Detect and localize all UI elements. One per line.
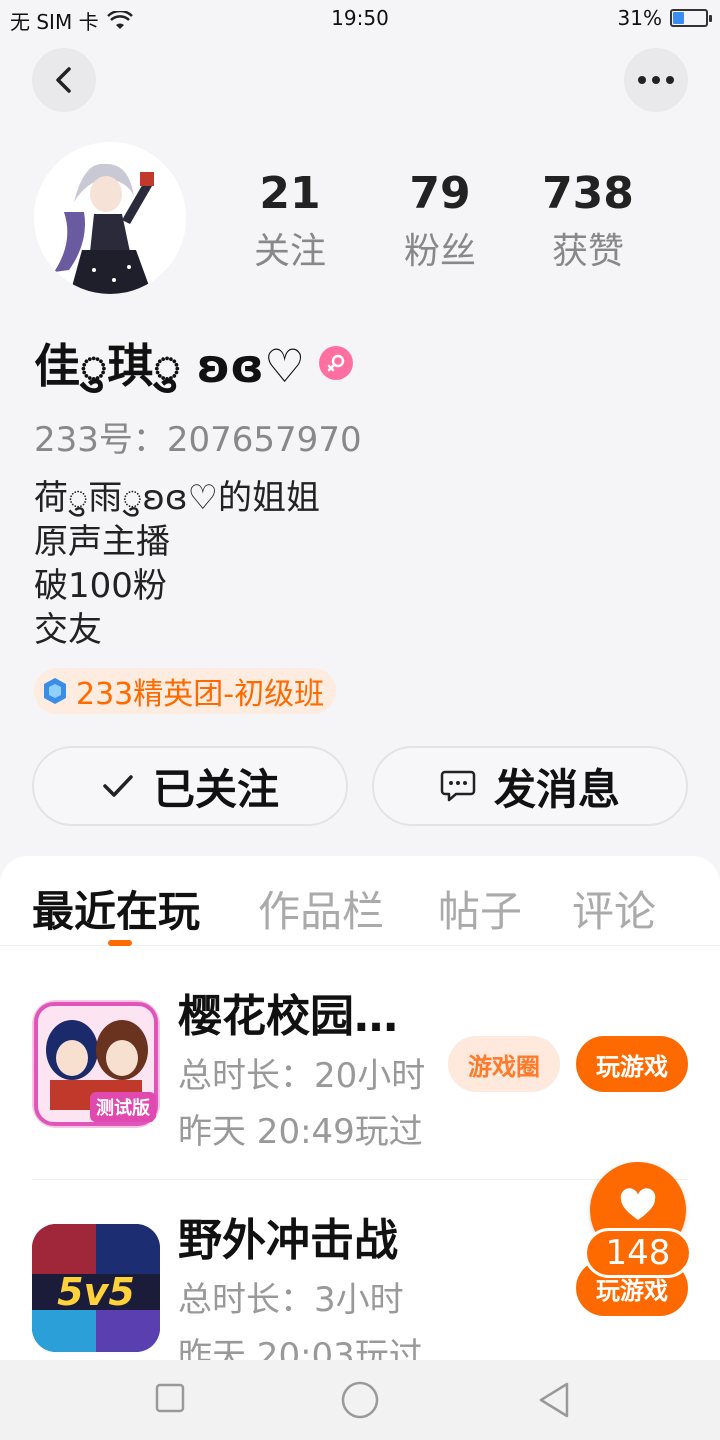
bio-line: 破100粉 <box>34 566 167 606</box>
game-duration: 总时长：20小时 <box>178 1056 426 1096</box>
heart-icon <box>620 1188 656 1220</box>
5v5-logo-text: 5v5 <box>57 1270 135 1314</box>
home-button[interactable] <box>340 1380 380 1424</box>
nickname-row: 佳ु琪ु ʚɞ♡ <box>34 330 354 396</box>
stat-fans[interactable]: 79 粉丝 <box>365 168 515 284</box>
following-label: 关注 <box>253 231 326 272</box>
test-version-tag: 测试版 <box>90 1092 156 1122</box>
fans-label: 粉丝 <box>403 231 476 272</box>
game-last-played: 昨天 20:03玩过 <box>178 1336 423 1360</box>
likes-count: 738 <box>542 168 634 219</box>
battery-icon <box>670 9 712 27</box>
game-icon[interactable]: 5v5 <box>32 1224 160 1352</box>
recent-apps-button[interactable] <box>154 1382 186 1418</box>
send-message-button[interactable]: 发消息 <box>372 746 688 826</box>
game-icon[interactable]: 测试版 <box>32 1000 160 1128</box>
game-last-played: 昨天 20:49玩过 <box>178 1112 423 1152</box>
checkmark-icon <box>103 775 133 797</box>
tab-recently-played[interactable]: 最近在玩 <box>32 878 200 939</box>
system-nav-bar <box>0 1360 720 1440</box>
avatar[interactable] <box>34 142 186 294</box>
more-dots-icon <box>638 76 674 84</box>
game-circle-button[interactable]: 游戏圈 <box>448 1036 560 1092</box>
game-name: 野外冲击战 <box>178 1215 398 1266</box>
following-count: 21 <box>259 168 321 219</box>
nickname: 佳ु琪ु ʚɞ♡ <box>34 339 306 393</box>
chevron-left-icon <box>56 67 71 93</box>
bio: 荷ु雨ुʚɞ♡的姐姐 原声主播 破100粉 交友 <box>34 476 320 652</box>
game-duration: 总时长：3小时 <box>178 1280 404 1320</box>
user-id: 233号：207657970 <box>34 420 362 460</box>
clock: 19:50 <box>331 6 389 30</box>
followed-label: 已关注 <box>152 764 279 814</box>
triangle-back-icon <box>539 1382 569 1418</box>
play-game-button[interactable]: 玩游戏 <box>576 1036 688 1092</box>
group-badge[interactable]: 233精英团-初级班 <box>34 668 337 714</box>
game-name: 樱花校园模拟器 <box>178 991 438 1042</box>
circle-icon <box>341 1381 379 1419</box>
square-icon <box>155 1383 185 1413</box>
bio-line: 荷ु雨ुʚɞ♡的姐姐 <box>34 478 321 518</box>
bio-line: 交友 <box>34 610 102 650</box>
floating-like-count: 148 <box>584 1228 692 1278</box>
badge-medal-icon <box>44 678 66 704</box>
bio-line: 原声主播 <box>34 522 170 562</box>
battery-level <box>673 12 684 24</box>
tab-works[interactable]: 作品栏 <box>258 878 384 939</box>
female-gender-icon <box>319 346 354 380</box>
stat-following[interactable]: 21 关注 <box>215 168 365 284</box>
fans-count: 79 <box>409 168 471 219</box>
tab-posts[interactable]: 帖子 <box>438 878 522 939</box>
avatar-character-image <box>34 142 186 294</box>
game-row[interactable]: 测试版 樱花校园模拟器 总时长：20小时 昨天 20:49玩过 游戏圈 玩游戏 <box>32 952 688 1180</box>
back-button[interactable] <box>32 48 96 112</box>
send-message-label: 发消息 <box>493 764 620 814</box>
likes-label: 获赞 <box>551 231 624 272</box>
tab-indicator <box>108 940 132 946</box>
badge-label: 233精英团-初级班 <box>76 677 325 712</box>
tab-bar: 最近在玩 作品栏 帖子 评论 <box>0 856 720 946</box>
back-nav-button[interactable] <box>536 1380 572 1424</box>
followed-button[interactable]: 已关注 <box>32 746 348 826</box>
status-bar: 无 SIM 卡 19:50 31% <box>0 0 720 38</box>
content-panel: 最近在玩 作品栏 帖子 评论 测试版 樱花校园模拟器 总时长：20小时 昨天 2… <box>0 856 720 1360</box>
tab-comments[interactable]: 评论 <box>572 878 656 939</box>
stat-likes[interactable]: 738 获赞 <box>513 168 663 284</box>
chat-bubble-icon <box>440 770 476 802</box>
battery-percent: 31% <box>617 6 662 30</box>
more-button[interactable] <box>624 48 688 112</box>
